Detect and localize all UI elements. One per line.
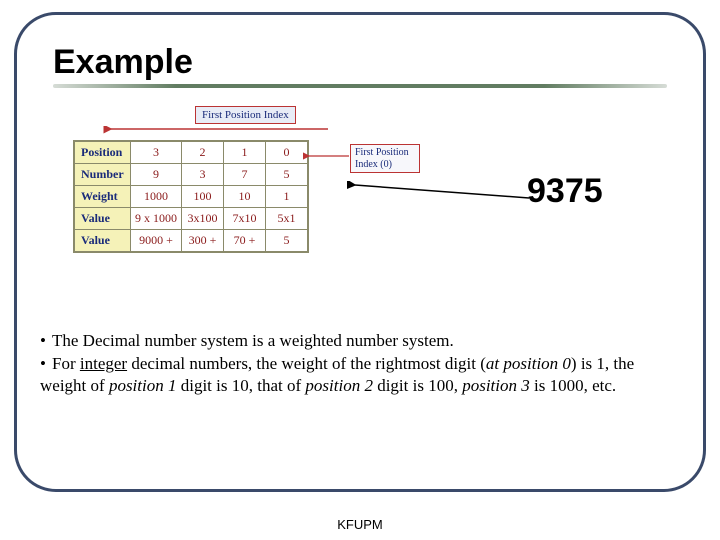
first-position-index-label: First Position Index — [195, 106, 296, 124]
row-header: Number — [75, 164, 131, 186]
bullet-underline: integer — [80, 354, 127, 373]
cell: 1000 — [131, 186, 182, 208]
cell: 100 — [182, 186, 224, 208]
cell: 2 — [182, 142, 224, 164]
cell: 5x1 — [266, 208, 308, 230]
cell: 300 + — [182, 230, 224, 252]
example-number: 9375 — [527, 172, 603, 211]
bullet-text-part: decimal numbers, the weight of the right… — [127, 354, 486, 373]
bullet-text-part: digit is 100, — [373, 376, 462, 395]
bullet-item: •The Decimal number system is a weighted… — [40, 330, 680, 351]
decimal-table: Position 3 2 1 0 Number 9 3 7 5 Weight 1… — [73, 140, 309, 253]
table-row: Number 9 3 7 5 — [75, 164, 308, 186]
page-title: Example — [53, 43, 673, 82]
first-position-index-zero-label: First Position Index (0) — [350, 144, 420, 173]
title-underline — [53, 84, 667, 88]
content-area: First Position Index Position 3 2 1 0 N — [47, 106, 673, 306]
cell: 3x100 — [182, 208, 224, 230]
row-header: Position — [75, 142, 131, 164]
bullet-text-part: For — [52, 354, 80, 373]
cell: 5 — [266, 164, 308, 186]
cell: 0 — [266, 142, 308, 164]
cell: 7x10 — [224, 208, 266, 230]
cell: 70 + — [224, 230, 266, 252]
table-row: Position 3 2 1 0 — [75, 142, 308, 164]
bullet-italic: at position 0 — [486, 354, 571, 373]
bullet-text-part: digit is 10, that of — [176, 376, 305, 395]
bullet-italic: position 3 — [462, 376, 530, 395]
bullet-italic: position 2 — [305, 376, 373, 395]
bullet-text: The Decimal number system is a weighted … — [52, 331, 454, 350]
footer-text: KFUPM — [0, 517, 720, 532]
cell: 7 — [224, 164, 266, 186]
table-row: Weight 1000 100 10 1 — [75, 186, 308, 208]
row-header: Value — [75, 230, 131, 252]
row-header: Weight — [75, 186, 131, 208]
cell: 3 — [182, 164, 224, 186]
bullet-text-part: is 1000, etc. — [530, 376, 616, 395]
decimal-table-grid: Position 3 2 1 0 Number 9 3 7 5 Weight 1… — [74, 141, 308, 252]
table-row: Value 9 x 1000 3x100 7x10 5x1 — [75, 208, 308, 230]
cell: 9 x 1000 — [131, 208, 182, 230]
bullet-list: •The Decimal number system is a weighted… — [40, 330, 680, 398]
cell: 5 — [266, 230, 308, 252]
bullet-item: •For integer decimal numbers, the weight… — [40, 353, 680, 396]
cell: 9000 + — [131, 230, 182, 252]
cell: 3 — [131, 142, 182, 164]
cell: 1 — [266, 186, 308, 208]
slide-frame: Example First Position Index Position 3 … — [14, 12, 706, 492]
cell: 10 — [224, 186, 266, 208]
table-row: Value 9000 + 300 + 70 + 5 — [75, 230, 308, 252]
cell: 9 — [131, 164, 182, 186]
cell: 1 — [224, 142, 266, 164]
bullet-italic: position 1 — [109, 376, 177, 395]
row-header: Value — [75, 208, 131, 230]
arrow-fpi0-to-col0-icon — [303, 152, 351, 160]
arrow-bignumber-to-table-icon — [347, 181, 533, 211]
arrow-fpi-to-columns-icon — [103, 126, 333, 140]
